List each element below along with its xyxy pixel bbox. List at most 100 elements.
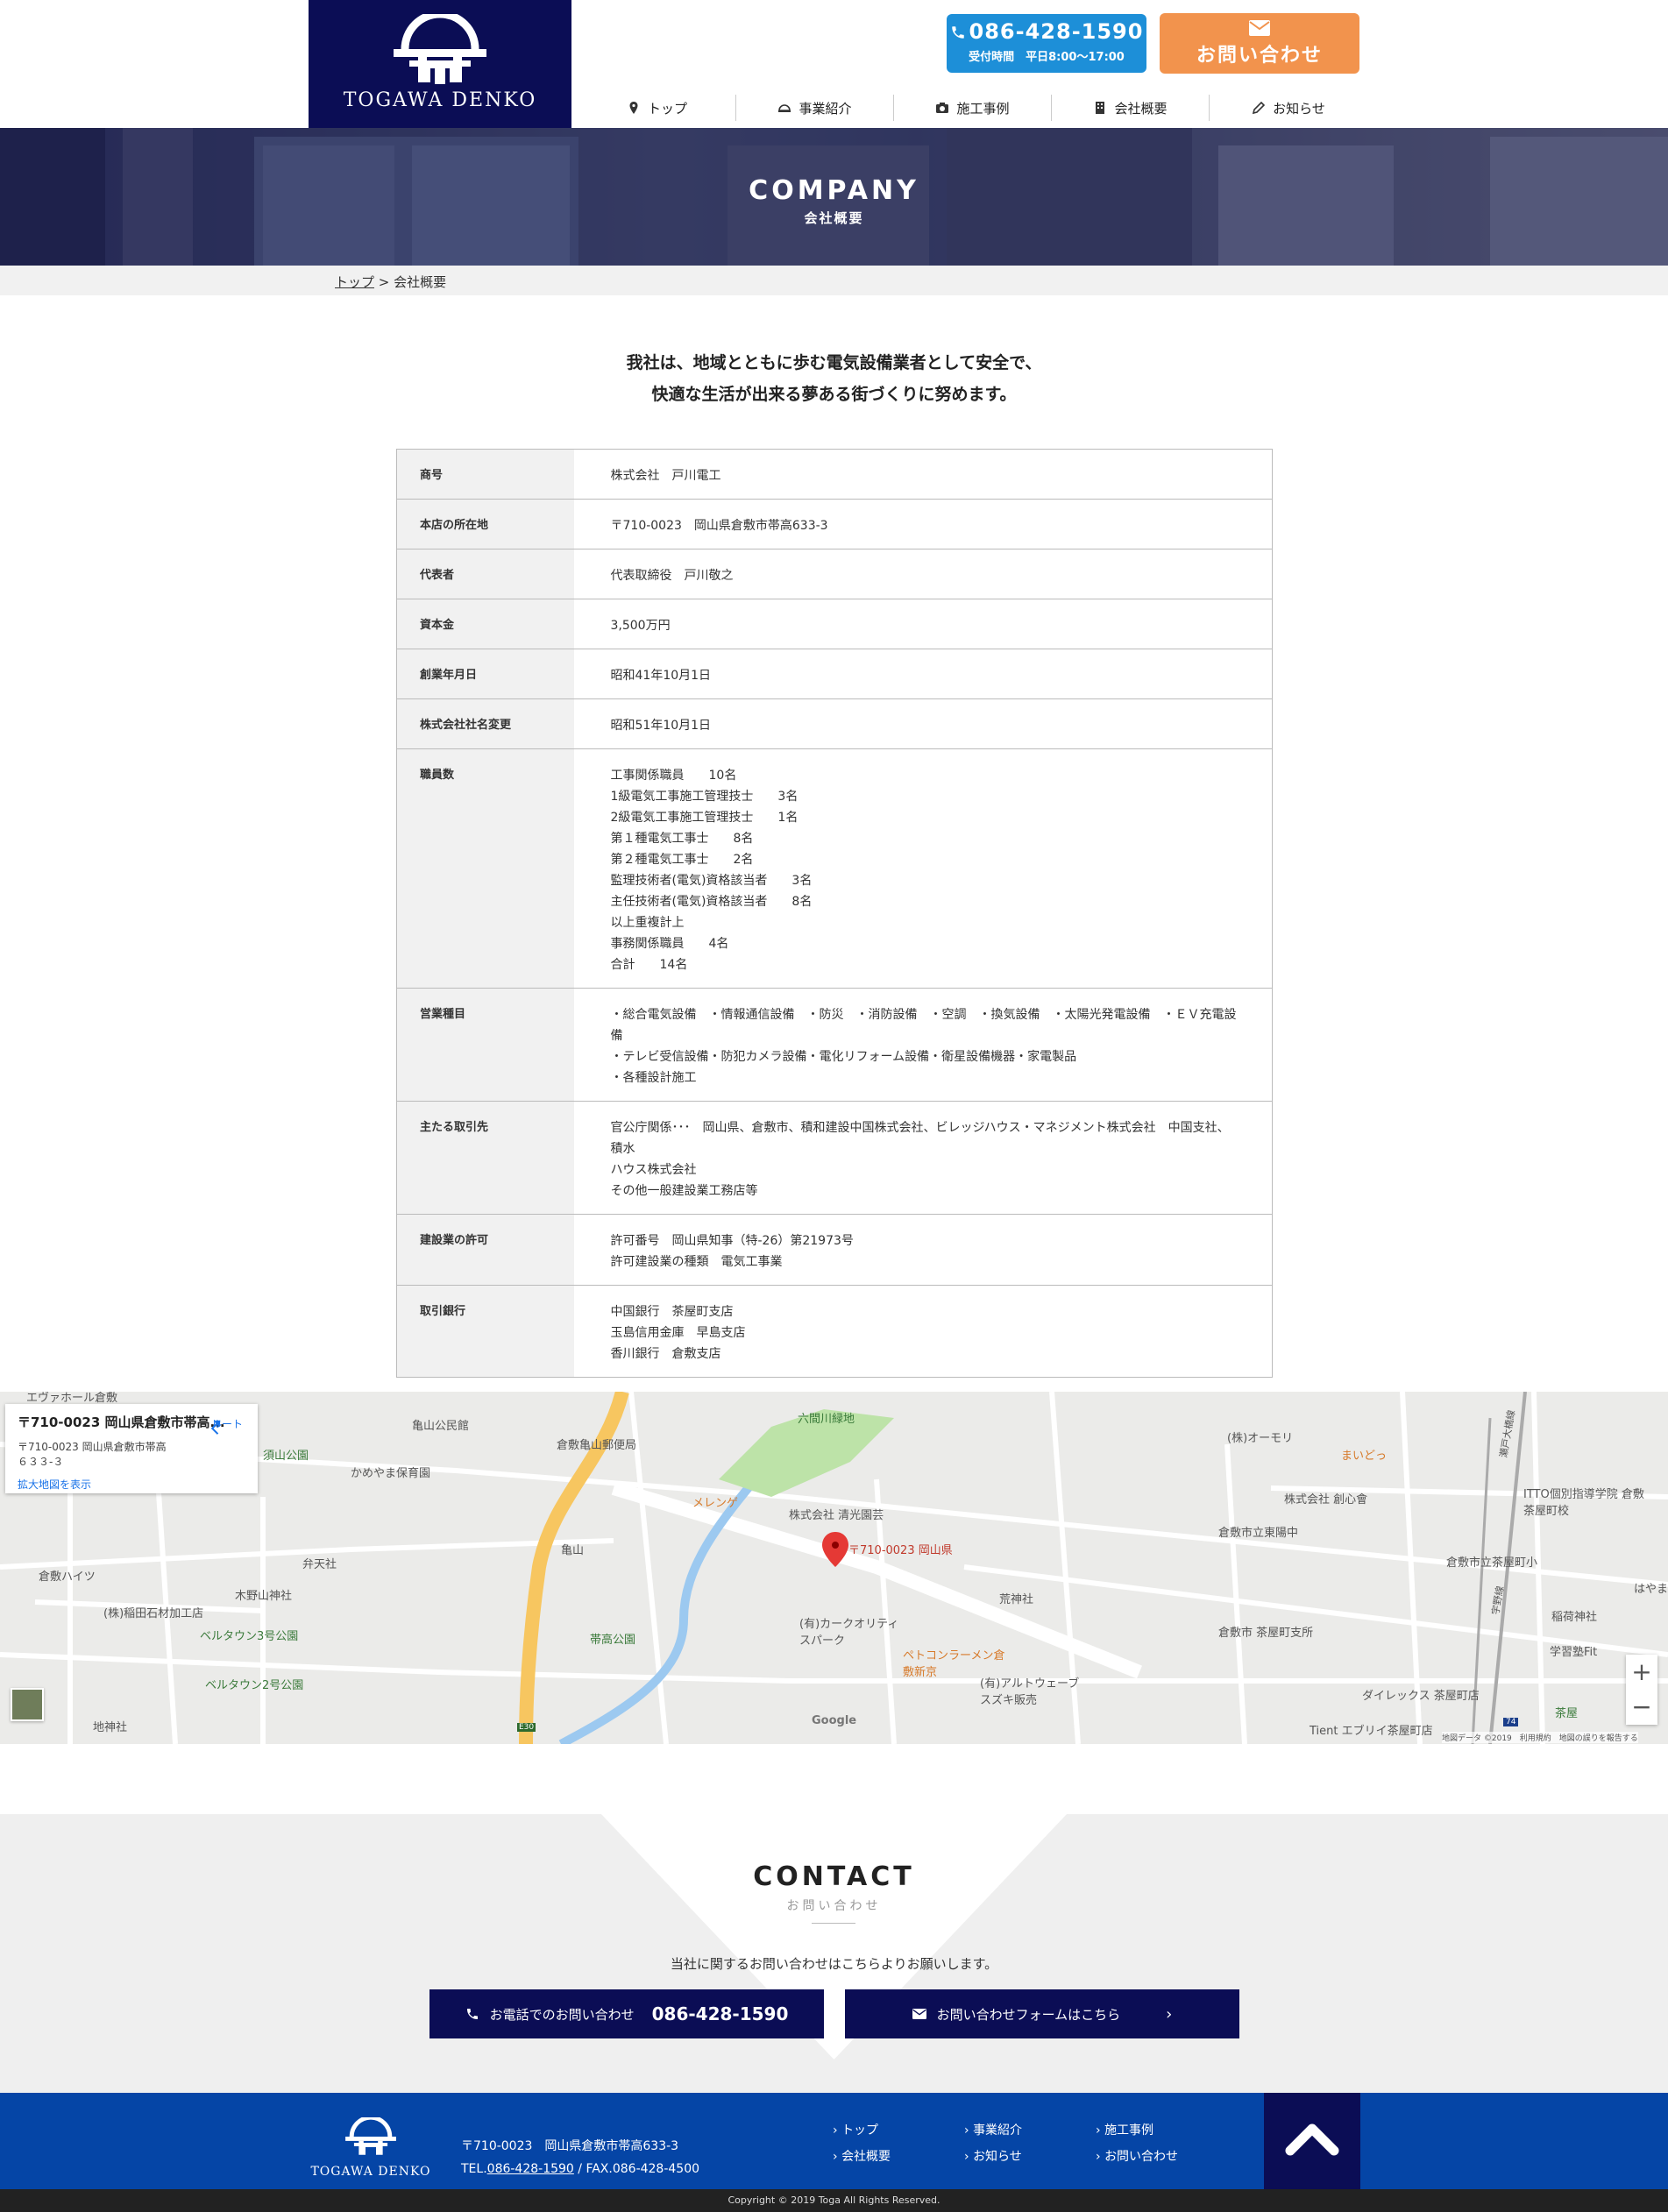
company-info-line: 主任技術者(電気)資格該当者 8名 [610,895,813,909]
footer-nav-label: 会社概要 [841,2150,891,2164]
contact-tel-button[interactable]: お電話でのお問い合わせ 086-428-1590 [429,1989,824,2038]
company-info-label: 資本金 [396,599,574,649]
route-arrow-icon [210,1420,221,1435]
nav-item-news[interactable]: お知らせ [1210,95,1367,121]
map-label: ダイレックス 茶屋町店 [1362,1690,1480,1703]
company-info-row: 本店の所在地 〒710-0023 岡山県倉敷市帯高633-3 [396,499,1273,549]
intro-line: 快適な生活が出来る夢ある街づくりに努めます。 [651,385,1017,404]
footer-fax: / FAX.086-428-4500 [573,2162,700,2176]
company-info-row: 職員数 工事関係職員 10名 1級電気工事施工管理技士 3名 2級電気工事施工管理技士… [396,748,1273,989]
contact-form-button[interactable]: お問い合わせフォームはこちら › [845,1989,1239,2038]
map-label: 亀山公民館 [412,1420,470,1433]
intro-message: 我社は、地域とともに歩む電気設備業者として安全で、 快適な生活が出来る夢ある街づ… [0,347,1668,410]
company-info-label: 代表者 [396,549,574,599]
footer-nav-label: お問い合わせ [1104,2150,1179,2164]
logo-mark-icon [394,14,486,84]
breadcrumb-separator: > [378,274,390,290]
map-label: 学習塾Fit [1550,1646,1598,1659]
nav-item-company[interactable]: 会社概要 [1052,95,1210,121]
map-zoom-out-button[interactable]: − [1626,1690,1657,1725]
camera-icon [936,103,949,113]
nav-label: 会社概要 [1114,100,1168,117]
breadcrumb-inner: トップ > 会社概要 [335,273,446,291]
footer-nav-top[interactable]: › トップ [833,2121,964,2138]
company-info-row: 取引銀行 中国銀行 茶屋町支店 玉島信用金庫 早島支店 香川銀行 倉敷支店 [396,1285,1273,1378]
map-label: 木野山神社 [235,1590,293,1603]
footer-nav-news[interactable]: › お知らせ [964,2147,1096,2165]
company-info-line: 香川銀行 倉敷支店 [610,1347,721,1361]
map-label: 六間川緑地 [798,1413,855,1426]
company-info-line: 玉島信用金庫 早島支店 [610,1326,746,1340]
header-tel-hours: 受付時間 平日8:00〜17:00 [969,51,1125,64]
company-info-value: 代表取締役 戸川敬之 [573,549,1273,599]
company-info-row: 代表者 代表取締役 戸川敬之 [396,549,1273,599]
page-hero: COMPANY 会社概要 [0,128,1668,266]
map-label: 地神社 [93,1721,128,1734]
map-label: 須山公園 [263,1450,309,1463]
nav-item-works[interactable]: 施工事例 [894,95,1052,121]
map-label: ITTO個別指導学院 倉敷茶屋町校 [1523,1488,1644,1518]
company-info-row: 株式会社社名変更 昭和51年10月1日 [396,698,1273,749]
company-info-label: 取引銀行 [396,1285,574,1378]
footer-logo[interactable]: TOGAWA DENKO [309,2115,433,2179]
building-icon [1096,102,1105,114]
map-label: 亀山 [561,1544,585,1557]
copyright: Copyright © 2019 Toga All Rights Reserve… [0,2189,1668,2212]
map-zoom-in-button[interactable]: + [1626,1655,1657,1690]
back-to-top-button[interactable] [1264,2093,1360,2189]
company-info-body: 商号 株式会社 戸川電工本店の所在地 〒710-0023 岡山県倉敷市帯高633-3… [396,449,1273,1378]
company-info-line: 監理技術者(電気)資格該当者 3名 [610,874,813,888]
contact-subtitle: お問い合わせ [786,1899,882,1913]
nav-item-top[interactable]: トップ [578,95,736,121]
company-info-value: 株式会社 戸川電工 [573,449,1273,500]
header-tel-button[interactable]: 086-428-1590 受付時間 平日8:00〜17:00 [947,14,1146,73]
map-label: 株式会社 清光園芸 [789,1509,884,1522]
company-info-line: ・テレビ受信設備・防犯カメラ設備・電化リフォーム設備・衛星設備機器・家電製品 [610,1050,1077,1064]
footer-address-block: 〒710-0023 岡山県倉敷市帯高633-3 TEL.086-428-1590… [461,2135,699,2180]
footer-nav-business[interactable]: › 事業紹介 [964,2121,1096,2138]
breadcrumb: トップ > 会社概要 [0,266,1668,295]
footer-nav-label: 施工事例 [1104,2123,1154,2138]
site-header: TOGAWA DENKO 086-428-1590 受付時間 平日8:00〜17… [0,0,1668,130]
map-label: 倉敷市 茶屋町支所 [1218,1627,1314,1640]
company-info-row: 創業年月日 昭和41年10月1日 [396,649,1273,699]
breadcrumb-home-link[interactable]: トップ [335,274,374,290]
map-route-button[interactable]: ルート [205,1416,249,1435]
company-info-line: その他一般建設業工務店等 [610,1184,758,1198]
company-info-line: 事務関係職員 4名 [610,937,729,951]
map-satellite-toggle[interactable] [11,1688,44,1721]
company-info-value: 昭和51年10月1日 [573,698,1273,749]
company-info-line: 株式会社 戸川電工 [610,469,721,483]
contact-tel-label: お電話でのお問い合わせ [489,2006,635,2023]
map-label: エヴァホール倉敷 [26,1392,118,1405]
footer-nav-contact[interactable]: › お問い合わせ [1096,2147,1227,2165]
footer-nav-company[interactable]: › 会社概要 [833,2147,964,2165]
chevron-up-icon [1285,2123,1339,2156]
map-label: 荒神社 [999,1593,1034,1606]
company-info-label: 商号 [396,449,574,500]
nav-item-business[interactable]: 事業紹介 [736,95,894,121]
company-info-row: 建設業の許可 許可番号 岡山県知事（特-26）第21973号 許可建設業の種類 電気… [396,1214,1273,1286]
map-label: まいどっ [1341,1450,1388,1463]
map-label: (株)オーモリ [1227,1432,1294,1445]
company-info-value: 工事関係職員 10名 1級電気工事施工管理技士 3名 2級電気工事施工管理技士 1名… [573,748,1273,989]
mail-icon [912,2009,926,2019]
header-tel-text: 086-428-1590 [969,19,1144,44]
map-larger-map-link[interactable]: 拡大地図を表示 [18,1477,245,1492]
company-info-line: 2級電気工事施工管理技士 1名 [610,811,799,825]
contact-divider [812,1923,855,1924]
company-info-row: 営業種目 ・総合電気設備 ・情報通信設備 ・防災 ・消防設備 ・空調 ・換気設備 … [396,988,1273,1102]
contact-section: CONTACT お問い合わせ 当社に関するお問い合わせはこちらよりお願いします。… [0,1814,1668,2093]
header-contact-button[interactable]: お問い合わせ [1160,13,1359,74]
google-map[interactable]: エヴァホール倉敷 亀山公民館 倉敷亀山郵便局 六間川緑地 (株)オーモリ まいど… [0,1392,1668,1744]
phone-icon [466,2009,478,2019]
company-info-value: ・総合電気設備 ・情報通信設備 ・防災 ・消防設備 ・空調 ・換気設備 ・太陽光… [573,988,1273,1102]
site-logo[interactable]: TOGAWA DENKO [309,0,571,130]
map-label: (有)アルトウェーブ スズキ販売 [980,1677,1080,1707]
logo-text: TOGAWA DENKO [343,89,537,111]
intro-line: 我社は、地域とともに歩む電気設備業者として安全で、 [626,353,1042,372]
company-info-label: 主たる取引先 [396,1101,574,1215]
footer-nav-works[interactable]: › 施工事例 [1096,2121,1227,2138]
footer-tel-link[interactable]: 086-428-1590 [487,2162,574,2176]
company-info-line: 以上重複計上 [610,916,685,930]
